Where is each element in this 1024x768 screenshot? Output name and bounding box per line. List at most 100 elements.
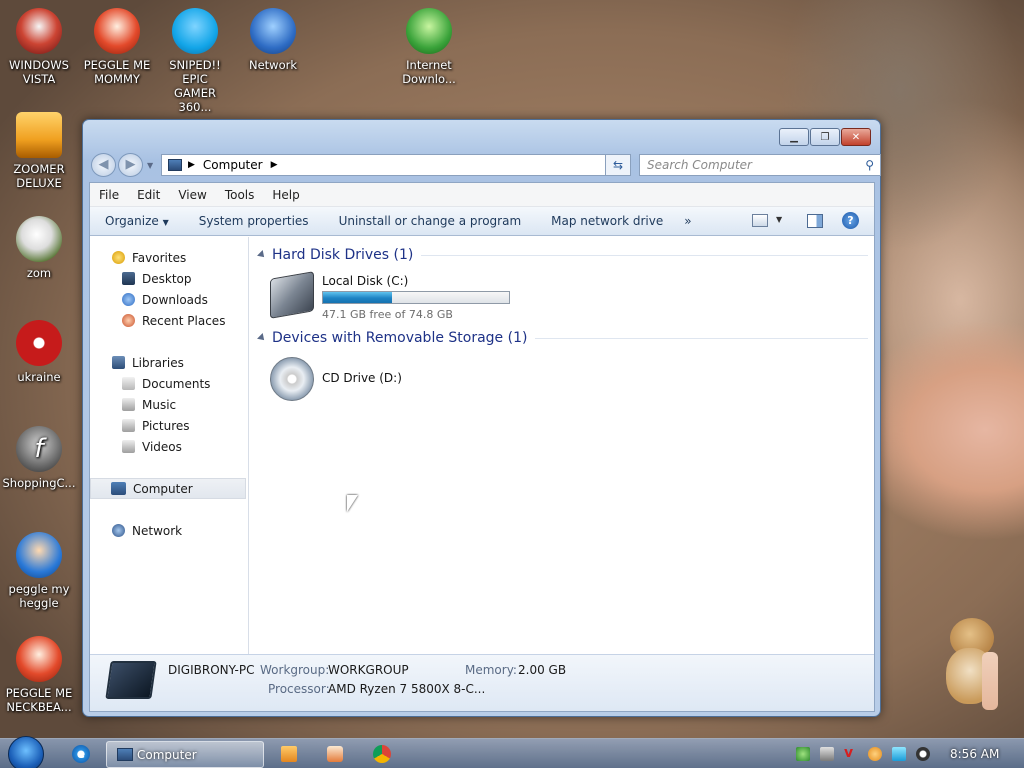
menu-edit[interactable]: Edit	[128, 188, 169, 202]
minimize-button[interactable]: ▁	[779, 128, 809, 146]
volume-tray-icon[interactable]	[916, 747, 930, 761]
nav-downloads[interactable]: Downloads	[90, 289, 248, 310]
drive-local-disk-c[interactable]: Local Disk (C:) 47.1 GB free of 74.8 GB	[270, 271, 530, 321]
collapse-arrow-icon[interactable]	[257, 250, 267, 260]
desktop-icon-shopping[interactable]: f ShoppingC...	[0, 426, 78, 490]
desktop-icon-label: Internet Downlo...	[402, 58, 456, 86]
paint-icon[interactable]	[327, 746, 343, 762]
group-header-removable-storage[interactable]: Devices with Removable Storage (1)	[257, 330, 868, 346]
desktop-icon-peggle-me-mommy[interactable]: PEGGLE ME MOMMY	[78, 8, 156, 86]
change-view-icon[interactable]	[752, 214, 768, 227]
group-label: Hard Disk Drives (1)	[272, 247, 414, 263]
menu-view[interactable]: View	[169, 188, 215, 202]
internet-explorer-icon[interactable]: e	[72, 745, 90, 763]
desktop-icon-peggle-my-heggle[interactable]: peggle my heggle	[0, 532, 78, 610]
mouse-cursor	[347, 495, 358, 512]
group-header-hard-disk-drives[interactable]: Hard Disk Drives (1)	[257, 247, 868, 263]
desktop-icon-peggle-me-neckbeard[interactable]: PEGGLE ME NECKBEA...	[0, 636, 78, 714]
menu-help[interactable]: Help	[263, 188, 308, 202]
clock[interactable]: 8:56 AM	[950, 747, 999, 761]
antivirus-tray-icon[interactable]: v	[844, 745, 858, 761]
address-bar[interactable]: ▶ Computer ▶ ▼	[161, 154, 625, 176]
nav-documents[interactable]: Documents	[90, 373, 248, 394]
internet-download-icon	[406, 8, 452, 54]
nav-music[interactable]: Music	[90, 394, 248, 415]
desktop-icon-label: PEGGLE ME NECKBEA...	[5, 686, 73, 714]
content-pane: Hard Disk Drives (1) Local Disk (C:) 47.…	[250, 237, 874, 654]
desktop-icon-label: WINDOWS VISTA	[9, 58, 69, 86]
desktop-icon-zom[interactable]: zom	[0, 216, 78, 280]
nav-label: Libraries	[132, 355, 184, 370]
drive-cd-d[interactable]: CD Drive (D:)	[270, 355, 470, 401]
hard-drive-icon	[270, 271, 314, 319]
computer-icon	[117, 748, 133, 761]
details-pane: DIGIBRONY-PC Workgroup: WORKGROUP Memory…	[90, 654, 874, 711]
desktop-icon-sniped[interactable]: SNIPED!! EPIC GAMER 360...	[156, 8, 234, 114]
collapse-arrow-icon[interactable]	[257, 333, 267, 343]
nav-computer[interactable]: Computer	[90, 478, 246, 499]
chrome-icon[interactable]	[373, 745, 391, 763]
caption-buttons: ▁ ❐ ✕	[778, 128, 871, 146]
nav-label: Downloads	[142, 292, 208, 307]
explorer-body: File Edit View Tools Help Organize ▼ Sys…	[89, 182, 875, 712]
search-tray-icon[interactable]	[868, 747, 882, 761]
recent-pages-dropdown[interactable]: ▼	[147, 161, 153, 170]
back-button[interactable]: ◀	[91, 153, 116, 177]
libraries-icon	[112, 356, 125, 369]
preview-pane-icon[interactable]	[807, 214, 823, 228]
desktop-icon-zoomer-deluxe[interactable]: ZOOMER DELUXE	[0, 112, 78, 190]
desktop-icon-internet-download[interactable]: Internet Downlo...	[390, 8, 468, 86]
nav-network[interactable]: Network	[90, 520, 248, 541]
uninstall-program-button[interactable]: Uninstall or change a program	[324, 214, 537, 228]
menu-tools[interactable]: Tools	[216, 188, 264, 202]
desktop-icon-label: zom	[26, 266, 52, 280]
refresh-button[interactable]: ⇆	[605, 154, 631, 176]
close-button[interactable]: ✕	[841, 128, 871, 146]
map-network-drive-button[interactable]: Map network drive	[536, 214, 678, 228]
pictures-icon	[122, 419, 135, 432]
nav-desktop[interactable]: Desktop	[90, 268, 248, 289]
processor-label: Processor:	[268, 682, 330, 696]
start-button[interactable]	[8, 736, 44, 768]
breadcrumb-computer[interactable]: Computer	[203, 158, 263, 172]
computer-name: DIGIBRONY-PC	[168, 663, 255, 677]
radiation-icon	[16, 320, 62, 366]
desktop-icon-label: SNIPED!! EPIC GAMER 360...	[169, 58, 221, 114]
nav-label: Videos	[142, 439, 182, 454]
maximize-button[interactable]: ❐	[810, 128, 840, 146]
display-tray-icon[interactable]	[820, 747, 834, 761]
more-commands-button[interactable]: »	[678, 214, 706, 228]
desktop-icon-label: ShoppingC...	[2, 476, 76, 490]
breadcrumb-chevron-icon[interactable]: ▶	[271, 160, 278, 170]
nav-videos[interactable]: Videos	[90, 436, 248, 457]
desktop-icon-ukraine[interactable]: ukraine	[0, 320, 78, 384]
network-tray-icon[interactable]	[796, 747, 810, 761]
processor-value: AMD Ryzen 7 5800X 8-C...	[328, 682, 486, 696]
taskbar: e Computer v 8:56 AM	[0, 736, 1024, 768]
monitor-tray-icon[interactable]	[892, 747, 906, 761]
desktop-icon-network[interactable]: Network	[234, 8, 312, 72]
media-player-icon[interactable]	[281, 746, 297, 762]
nav-pictures[interactable]: Pictures	[90, 415, 248, 436]
organize-button[interactable]: Organize ▼	[90, 214, 184, 228]
desktop-icon-windows-vista[interactable]: WINDOWS VISTA	[0, 8, 78, 86]
search-input[interactable]: Search Computer ⚲	[639, 154, 881, 176]
nav-libraries[interactable]: Libraries	[90, 352, 248, 373]
drive-free-space: 47.1 GB free of 74.8 GB	[322, 308, 453, 321]
menu-file[interactable]: File	[90, 188, 128, 202]
nav-recent-places[interactable]: Recent Places	[90, 310, 248, 331]
dvd-drive-icon	[270, 357, 314, 401]
search-icon[interactable]: ⚲	[865, 158, 874, 172]
help-icon[interactable]: ?	[842, 212, 859, 229]
view-dropdown-icon[interactable]: ▼	[776, 215, 782, 224]
desktop-icon	[122, 272, 135, 285]
system-properties-button[interactable]: System properties	[184, 214, 324, 228]
desktop-icon-label: peggle my heggle	[8, 582, 70, 610]
forward-button[interactable]: ▶	[118, 153, 143, 177]
nav-label: Network	[132, 523, 183, 538]
nav-label: Computer	[133, 481, 193, 496]
flash-icon: f	[16, 426, 62, 472]
group-divider	[421, 254, 868, 256]
taskbar-window-computer[interactable]: Computer	[106, 741, 264, 768]
nav-favorites[interactable]: Favorites	[90, 247, 248, 268]
